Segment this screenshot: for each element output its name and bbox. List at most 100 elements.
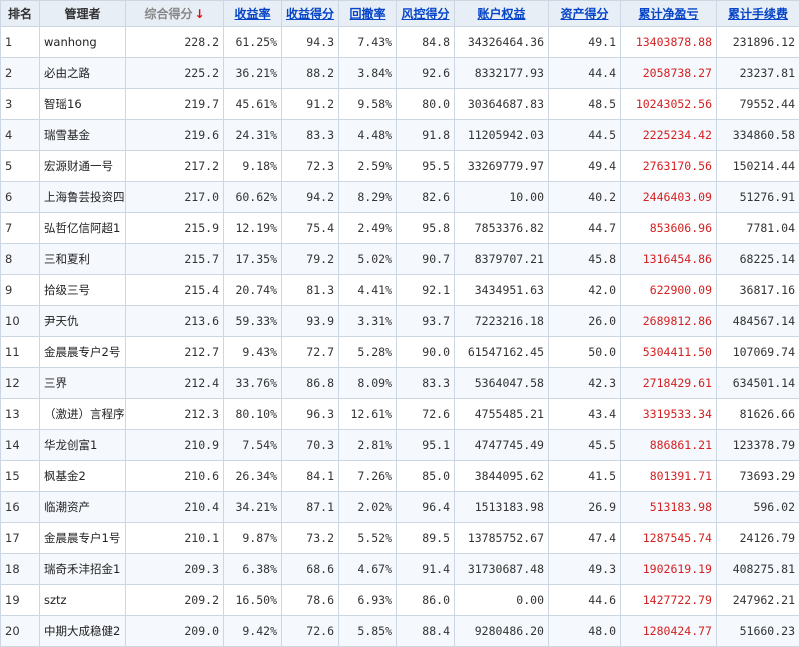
net-pnl-cell: 10243052.56 [621, 89, 717, 120]
return-score-cell: 94.2 [282, 182, 339, 213]
equity-cell: 11205942.03 [455, 120, 549, 151]
header-composite-score[interactable]: 综合得分↓ [126, 1, 224, 27]
equity-cell: 3434951.63 [455, 275, 549, 306]
manager-name-cell: 必由之路 [40, 58, 126, 89]
composite-score-cell: 212.3 [126, 399, 224, 430]
risk-score-cell: 83.3 [397, 368, 455, 399]
header-net-pnl-label: 累计净盈亏 [638, 7, 698, 21]
fees-cell: 23237.81 [717, 58, 799, 89]
manager-name-cell: 拾级三号 [40, 275, 126, 306]
rank-cell: 1 [1, 27, 40, 58]
header-net-pnl[interactable]: 累计净盈亏 [621, 1, 717, 27]
rank-cell: 7 [1, 213, 40, 244]
asset-score-cell: 49.4 [549, 151, 621, 182]
drawdown-rate-cell: 6.93% [339, 585, 397, 616]
manager-name-cell: 瑞奇禾沣招金1 [40, 554, 126, 585]
header-asset-score[interactable]: 资产得分 [549, 1, 621, 27]
drawdown-rate-cell: 5.85% [339, 616, 397, 647]
equity-cell: 1513183.98 [455, 492, 549, 523]
net-pnl-cell: 13403878.88 [621, 27, 717, 58]
table-row: 17金晨晨专户1号210.19.87%73.25.52%89.513785752… [1, 523, 799, 554]
asset-score-cell: 45.5 [549, 430, 621, 461]
composite-score-cell: 217.0 [126, 182, 224, 213]
header-asset-score-label: 资产得分 [560, 7, 608, 21]
return-rate-cell: 33.76% [224, 368, 282, 399]
header-return-score-label: 收益得分 [286, 7, 334, 21]
asset-score-cell: 48.0 [549, 616, 621, 647]
equity-cell: 7223216.18 [455, 306, 549, 337]
manager-name-cell: 弘哲亿信阿超1 [40, 213, 126, 244]
drawdown-rate-cell: 7.26% [339, 461, 397, 492]
table-row: 1wanhong228.261.25%94.37.43%84.834326464… [1, 27, 799, 58]
asset-score-cell: 50.0 [549, 337, 621, 368]
header-fees[interactable]: 累计手续费 [717, 1, 799, 27]
fees-cell: 51276.91 [717, 182, 799, 213]
return-rate-cell: 6.38% [224, 554, 282, 585]
fees-cell: 634501.14 [717, 368, 799, 399]
header-return-score[interactable]: 收益得分 [282, 1, 339, 27]
composite-score-cell: 210.1 [126, 523, 224, 554]
return-rate-cell: 17.35% [224, 244, 282, 275]
manager-name-cell: 智瑶16 [40, 89, 126, 120]
net-pnl-cell: 622900.09 [621, 275, 717, 306]
return-rate-cell: 34.21% [224, 492, 282, 523]
risk-score-cell: 82.6 [397, 182, 455, 213]
rank-cell: 2 [1, 58, 40, 89]
return-rate-cell: 60.62% [224, 182, 282, 213]
fees-cell: 24126.79 [717, 523, 799, 554]
composite-score-cell: 210.9 [126, 430, 224, 461]
drawdown-rate-cell: 4.41% [339, 275, 397, 306]
fees-cell: 484567.14 [717, 306, 799, 337]
risk-score-cell: 95.5 [397, 151, 455, 182]
return-rate-cell: 61.25% [224, 27, 282, 58]
rank-cell: 17 [1, 523, 40, 554]
header-equity[interactable]: 账户权益 [455, 1, 549, 27]
manager-name-cell: 三界 [40, 368, 126, 399]
return-rate-cell: 9.87% [224, 523, 282, 554]
equity-cell: 61547162.45 [455, 337, 549, 368]
manager-name-cell: 上海鲁芸投资四 [40, 182, 126, 213]
return-score-cell: 78.6 [282, 585, 339, 616]
table-row: 9拾级三号215.420.74%81.34.41%92.13434951.634… [1, 275, 799, 306]
rank-cell: 4 [1, 120, 40, 151]
net-pnl-cell: 2058738.27 [621, 58, 717, 89]
asset-score-cell: 41.5 [549, 461, 621, 492]
return-score-cell: 88.2 [282, 58, 339, 89]
composite-score-cell: 228.2 [126, 27, 224, 58]
rank-cell: 19 [1, 585, 40, 616]
sort-down-arrow-icon: ↓ [194, 7, 204, 21]
manager-name-cell: wanhong [40, 27, 126, 58]
rank-cell: 9 [1, 275, 40, 306]
asset-score-cell: 44.5 [549, 120, 621, 151]
return-rate-cell: 80.10% [224, 399, 282, 430]
equity-cell: 30364687.83 [455, 89, 549, 120]
fees-cell: 79552.44 [717, 89, 799, 120]
asset-score-cell: 40.2 [549, 182, 621, 213]
manager-name-cell: sztz [40, 585, 126, 616]
rank-cell: 10 [1, 306, 40, 337]
manager-name-cell: 华龙创富1 [40, 430, 126, 461]
drawdown-rate-cell: 7.43% [339, 27, 397, 58]
equity-cell: 4747745.49 [455, 430, 549, 461]
header-risk-score[interactable]: 风控得分 [397, 1, 455, 27]
ranking-table: 排名 管理者 综合得分↓ 收益率 收益得分 回撤率 风控得分 账户权益 资产得分… [0, 0, 799, 647]
table-row: 4瑞雪基金219.624.31%83.34.48%91.811205942.03… [1, 120, 799, 151]
rank-cell: 16 [1, 492, 40, 523]
drawdown-rate-cell: 5.28% [339, 337, 397, 368]
composite-score-cell: 217.2 [126, 151, 224, 182]
net-pnl-cell: 2689812.86 [621, 306, 717, 337]
header-drawdown-rate[interactable]: 回撤率 [339, 1, 397, 27]
equity-cell: 8332177.93 [455, 58, 549, 89]
net-pnl-cell: 801391.71 [621, 461, 717, 492]
manager-name-cell: 三和夏利 [40, 244, 126, 275]
return-rate-cell: 24.31% [224, 120, 282, 151]
manager-name-cell: 宏源财通一号 [40, 151, 126, 182]
equity-cell: 3844095.62 [455, 461, 549, 492]
header-manager: 管理者 [40, 1, 126, 27]
equity-cell: 33269779.97 [455, 151, 549, 182]
header-return-rate[interactable]: 收益率 [224, 1, 282, 27]
manager-name-cell: 金晨晨专户1号 [40, 523, 126, 554]
table-row: 15枫基金2210.626.34%84.17.26%85.03844095.62… [1, 461, 799, 492]
manager-name-cell: （激进）言程序 [40, 399, 126, 430]
composite-score-cell: 219.6 [126, 120, 224, 151]
